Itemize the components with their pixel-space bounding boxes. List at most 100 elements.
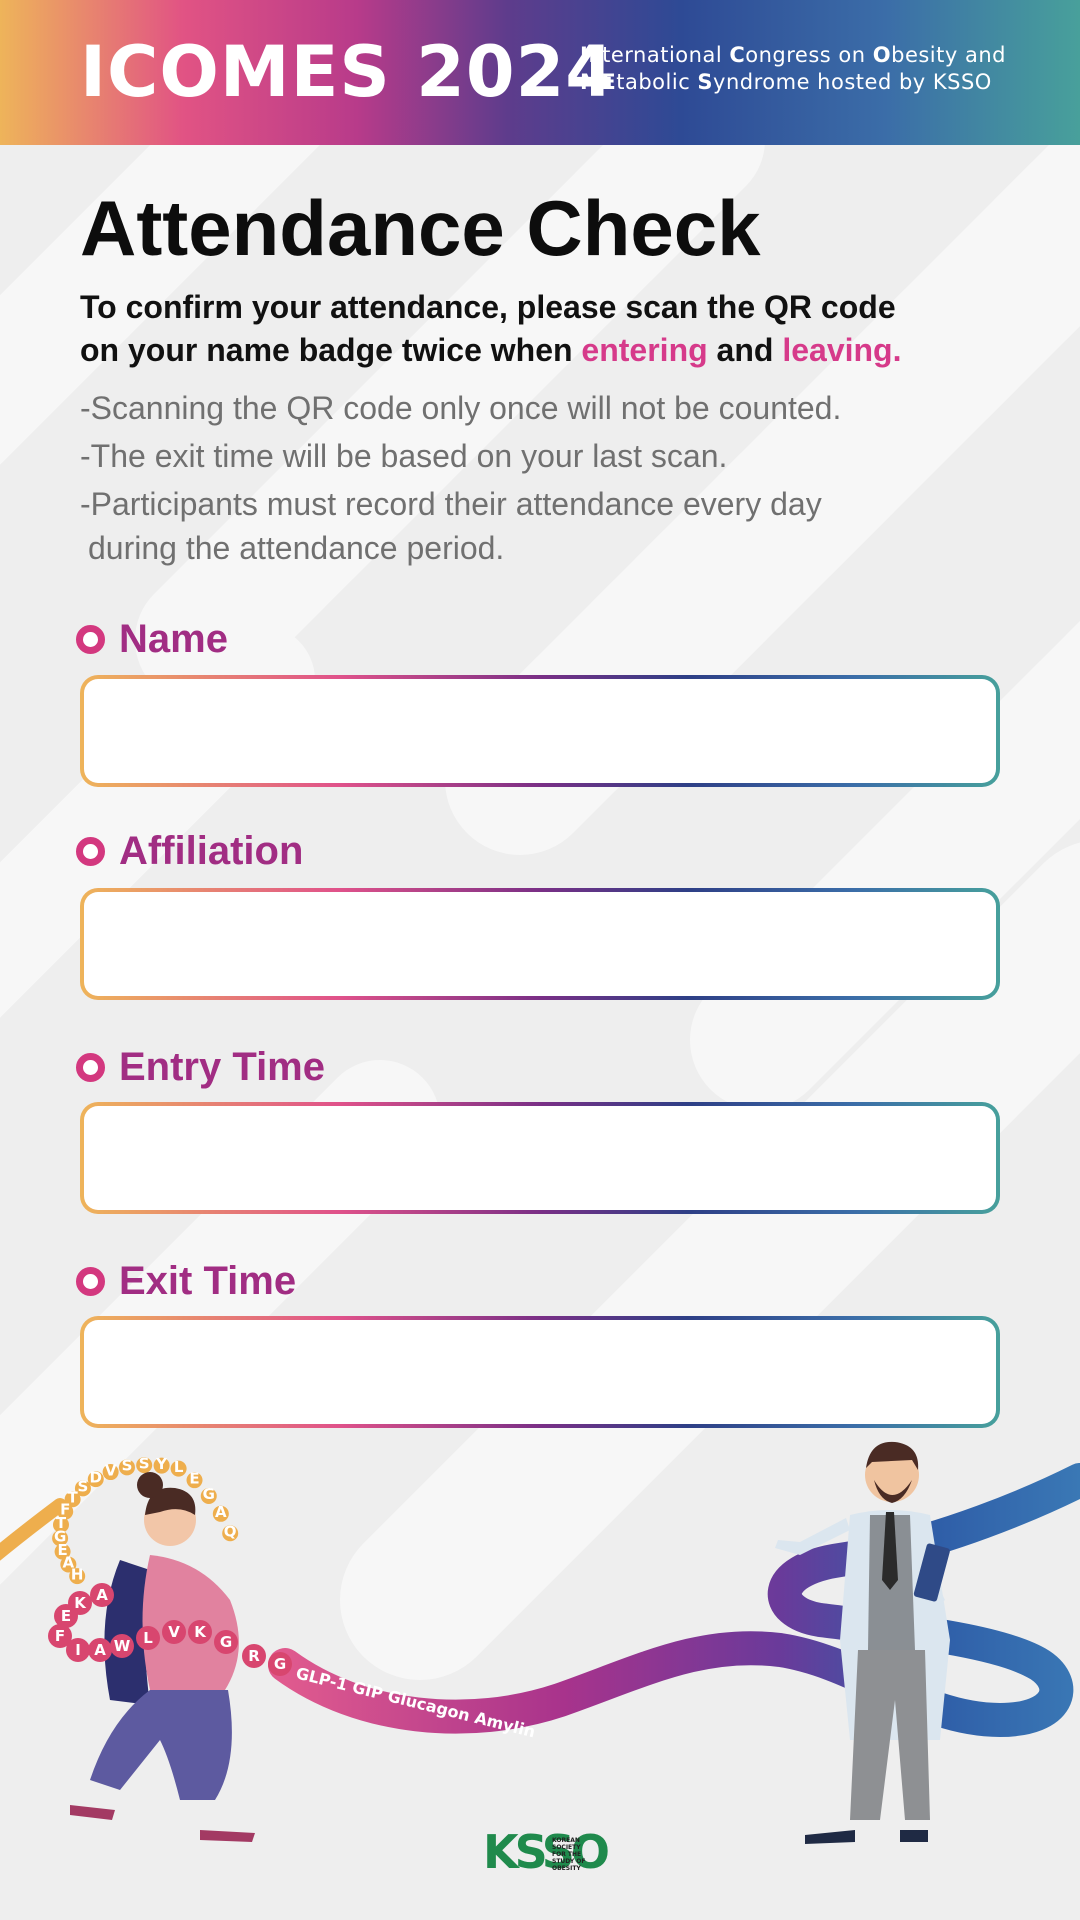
svg-text:E: E: [61, 1607, 71, 1625]
notes-list: -Scanning the QR code only once will not…: [80, 386, 980, 570]
svg-text:S: S: [139, 1454, 150, 1472]
exit-time-input[interactable]: [84, 1320, 996, 1424]
ksso-logo-sub-2: SOCIETY: [552, 1844, 581, 1851]
svg-text:I: I: [75, 1641, 81, 1659]
orange-ribbon: [0, 1498, 67, 1561]
affiliation-input[interactable]: [84, 892, 996, 996]
peptide-bead-orange: E: [186, 1469, 203, 1489]
entry-time-label-text: Entry Time: [119, 1045, 325, 1089]
peptide-bead-red: L: [136, 1626, 160, 1650]
svg-text:V: V: [168, 1623, 180, 1641]
name-input[interactable]: [84, 679, 996, 783]
event-subtitle-line1: International Congress on Obesity and: [580, 42, 1060, 69]
peptide-bead-red: R: [242, 1644, 266, 1668]
instruction-text: To confirm your attendance, please scan …: [80, 286, 1040, 372]
peptide-bead-orange: A: [212, 1503, 229, 1522]
event-title: ICOMES 2024: [80, 31, 616, 113]
svg-text:S: S: [122, 1457, 133, 1475]
peptide-bead-orange: L: [170, 1458, 187, 1477]
illustration: GLP-1 GIP Glucagon Amylin QAGELYSSVDSTFT…: [0, 1441, 1080, 1879]
svg-text:E: E: [189, 1469, 199, 1487]
svg-text:Q: Q: [224, 1522, 237, 1540]
subtitle-line1-run: ongress on: [745, 43, 873, 67]
svg-text:A: A: [96, 1586, 108, 1604]
subtitle-line1-run: besity and: [891, 43, 1006, 67]
note-item: -Participants must record their attendan…: [80, 486, 822, 522]
name-label: Name: [76, 617, 228, 661]
peptide-bead-red: G: [268, 1652, 292, 1676]
subtitle-line1-run: nternational: [588, 43, 730, 67]
exit-time-label: Exit Time: [76, 1259, 296, 1303]
circle-bullet-icon: [76, 1052, 105, 1082]
circle-bullet-icon: [76, 836, 105, 866]
name-label-text: Name: [119, 617, 228, 661]
name-field-box: [80, 675, 1000, 787]
svg-text:K: K: [194, 1623, 207, 1641]
highlight-leaving: leaving.: [782, 332, 902, 368]
peptide-bead-red: K: [68, 1591, 92, 1615]
subtitle-line1-run: O: [872, 43, 892, 67]
svg-text:A: A: [94, 1641, 106, 1659]
peptide-bead-red: W: [110, 1634, 134, 1658]
svg-text:K: K: [74, 1594, 87, 1612]
svg-text:R: R: [248, 1647, 260, 1665]
instruction-and: and: [707, 332, 783, 368]
svg-text:Y: Y: [155, 1455, 168, 1473]
exit-time-field-box: [80, 1316, 1000, 1428]
page-title: Attendance Check: [80, 184, 761, 272]
peptide-bead-red: I: [66, 1638, 90, 1662]
svg-text:W: W: [114, 1637, 131, 1655]
circle-bullet-icon: [76, 1266, 105, 1296]
note-item: -The exit time will be based on your las…: [80, 438, 728, 474]
ksso-logo-sub-4: STUDY OF: [552, 1858, 585, 1865]
peptide-bead-orange: V: [102, 1461, 119, 1481]
svg-text:D: D: [90, 1468, 102, 1486]
peptide-bead-red: G: [214, 1630, 238, 1654]
header-banner: ICOMES 2024 International Congress on Ob…: [0, 0, 1080, 145]
hormone-ribbon: [268, 1463, 1080, 1738]
subtitle-line1-run: C: [729, 43, 746, 67]
ksso-logo: KSSO KOREAN SOCIETY FOR THE STUDY OF OBE…: [483, 1825, 612, 1879]
peptide-bead-orange: Q: [222, 1522, 239, 1542]
note-item-continuation: during the attendance period.: [88, 530, 505, 566]
entry-time-label: Entry Time: [76, 1045, 325, 1089]
svg-text:L: L: [174, 1458, 184, 1476]
svg-text:G: G: [220, 1633, 232, 1651]
circle-bullet-icon: [76, 624, 105, 654]
peptide-bead-red: K: [188, 1620, 212, 1644]
peptide-bead-orange: S: [136, 1454, 153, 1474]
svg-text:V: V: [105, 1461, 117, 1479]
subtitle-line2-run: yndrome hosted by KSSO: [713, 70, 992, 94]
peptide-bead-orange: H: [69, 1565, 86, 1585]
highlight-entering: entering: [581, 332, 708, 368]
affiliation-field-box: [80, 888, 1000, 1000]
peptide-bead-orange: Y: [153, 1455, 170, 1474]
event-subtitle-line2: MEtabolic Syndrome hosted by KSSO: [580, 69, 1060, 96]
peptide-bead-orange: D: [87, 1468, 104, 1488]
svg-text:S: S: [78, 1478, 89, 1496]
affiliation-label-text: Affiliation: [119, 829, 304, 873]
ksso-logo-text: KSSO: [483, 1825, 608, 1879]
svg-text:G: G: [203, 1485, 215, 1503]
note-item: -Scanning the QR code only once will not…: [80, 390, 842, 426]
svg-text:L: L: [143, 1629, 153, 1647]
affiliation-label: Affiliation: [76, 829, 303, 873]
exit-time-label-text: Exit Time: [119, 1259, 297, 1303]
peptide-bead-red: V: [162, 1620, 186, 1644]
svg-text:G: G: [274, 1655, 286, 1673]
peptide-bead-red: A: [90, 1583, 114, 1607]
ksso-logo-sub-1: KOREAN: [552, 1837, 580, 1844]
subtitle-line2-run: ME: [580, 70, 617, 94]
subtitle-line2-run: tabolic: [616, 70, 698, 94]
event-subtitle: International Congress on Obesity and ME…: [580, 42, 1060, 96]
svg-text:H: H: [71, 1565, 84, 1583]
svg-text:A: A: [215, 1503, 227, 1521]
subtitle-line2-run: S: [697, 70, 714, 94]
instruction-line2-prefix: on your name badge twice when: [80, 332, 582, 368]
entry-time-input[interactable]: [84, 1106, 996, 1210]
entry-time-field-box: [80, 1102, 1000, 1214]
ksso-logo-sub-3: FOR THE: [552, 1851, 581, 1858]
ksso-logo-sub-5: OBESITY: [552, 1865, 581, 1872]
peptide-bead-orange: G: [200, 1485, 217, 1504]
peptide-bead-red: A: [88, 1638, 112, 1662]
